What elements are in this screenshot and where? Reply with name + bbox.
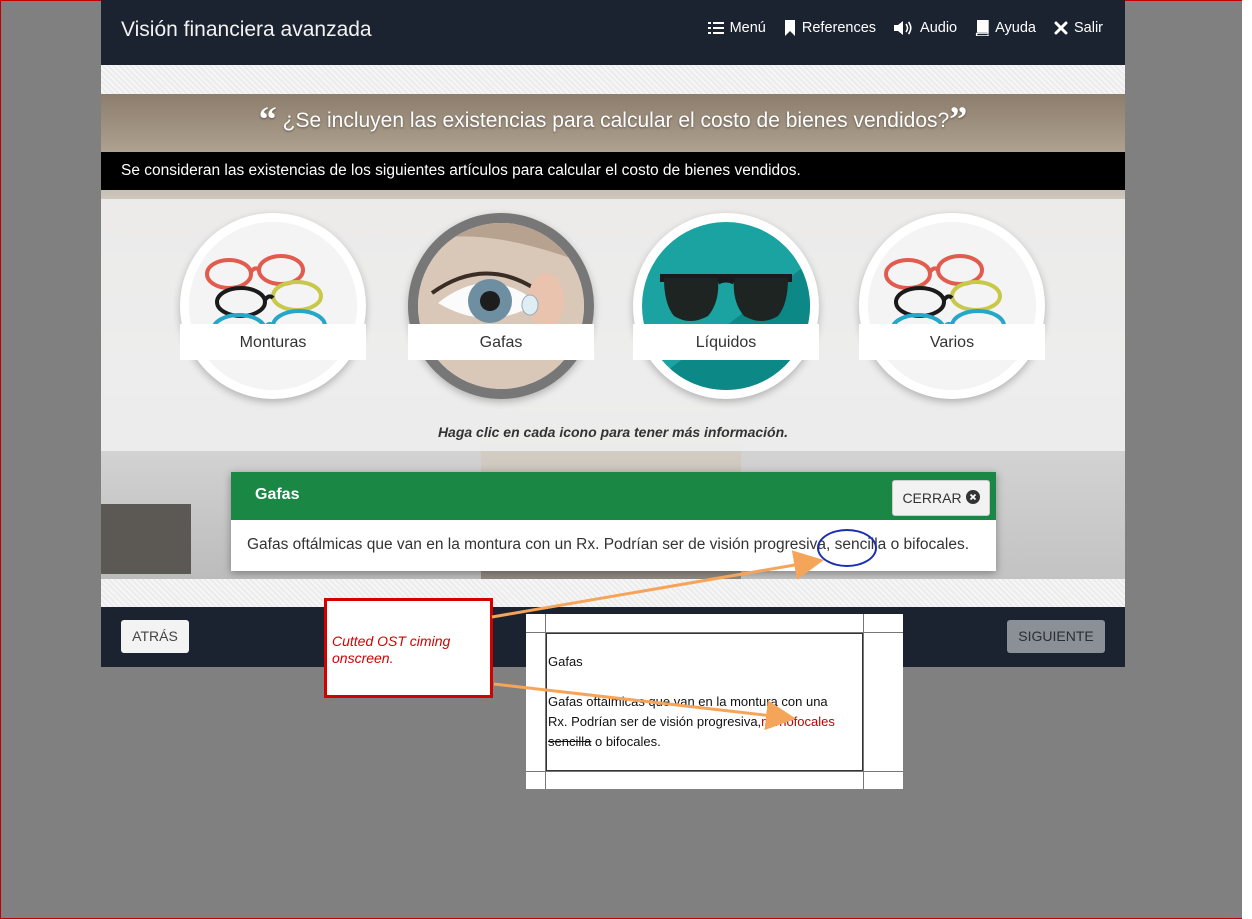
close-button[interactable]: CERRAR xyxy=(892,480,990,516)
click-hint: Haga clic en cada icono para tener más i… xyxy=(437,424,789,440)
close-icon xyxy=(1054,21,1068,35)
book-icon xyxy=(975,20,989,36)
doc-line-3: o bifocales. xyxy=(591,734,661,749)
icon-label: Varios xyxy=(859,324,1045,360)
eyeglass-frames-icon xyxy=(189,222,357,390)
references-button[interactable]: References xyxy=(784,20,876,36)
icon-label: Gafas xyxy=(408,324,594,360)
back-button[interactable]: ATRÁS xyxy=(121,620,189,653)
top-bar: Visión financiera avanzada Menú Referenc… xyxy=(101,0,1125,65)
popup-body-end: o bifocales. xyxy=(890,536,970,553)
question-heading: “ ¿Se incluyen las existencias para calc… xyxy=(101,94,1125,152)
subtitle-bar: Se consideran las existencias de los sig… xyxy=(101,152,1125,190)
close-circle-icon xyxy=(965,489,980,507)
doc-inserted-text: monofocales xyxy=(761,714,835,729)
help-button[interactable]: Ayuda xyxy=(975,20,1036,36)
review-note-text: Cutted OST ciming onscreen. xyxy=(332,633,451,666)
menu-label: Menú xyxy=(729,20,766,36)
info-popup: Gafas CERRAR Gafas oftálmicas que van en… xyxy=(231,472,996,571)
sunglasses-icon xyxy=(642,222,810,390)
document-text: Gafas Gafas oftálmicas que van en la mon… xyxy=(548,652,835,752)
review-note: Cutted OST ciming onscreen. xyxy=(324,598,493,698)
icon-gafas[interactable]: Gafas xyxy=(408,213,594,399)
open-quote: “ xyxy=(258,99,277,139)
subtitle-text: Se consideran las existencias de los sig… xyxy=(121,162,801,179)
top-nav: Menú References Audio Ayuda Salir xyxy=(707,20,1103,36)
eyeglass-frames-icon xyxy=(868,222,1036,390)
audio-label: Audio xyxy=(920,20,958,36)
icon-label: Monturas xyxy=(180,324,366,360)
speaker-icon xyxy=(894,20,914,36)
doc-line-2: Rx. Podrían ser de visión progresiva, xyxy=(548,714,762,729)
icon-liquidos[interactable]: Líquidos xyxy=(633,213,819,399)
question-text: ¿Se incluyen las existencias para calcul… xyxy=(282,109,950,132)
exit-label: Salir xyxy=(1073,20,1103,36)
script-document: Gafas Gafas oftálmicas que van en la mon… xyxy=(526,614,903,789)
pattern-band xyxy=(101,65,1125,94)
pattern-band-bottom xyxy=(101,579,1125,607)
references-label: References xyxy=(801,20,877,36)
course-player: Visión financiera avanzada Menú Referenc… xyxy=(101,0,1125,667)
doc-struck-text: sencilla xyxy=(548,734,592,749)
icons-panel: Monturas Gafas Líquidos Varios Haga clic… xyxy=(101,199,1125,451)
window-edge xyxy=(1242,0,1252,919)
popup-title: Gafas xyxy=(255,486,300,503)
course-title: Visión financiera avanzada xyxy=(121,18,372,41)
icon-monturas[interactable]: Monturas xyxy=(180,213,366,399)
audio-button[interactable]: Audio xyxy=(894,20,957,36)
icon-varios[interactable]: Varios xyxy=(859,213,1045,399)
exit-button[interactable]: Salir xyxy=(1054,20,1103,36)
menu-button[interactable]: Menú xyxy=(707,20,766,36)
help-label: Ayuda xyxy=(995,20,1036,36)
icon-label: Líquidos xyxy=(633,324,819,360)
popup-body-start: Gafas oftálmicas que van en la montura c… xyxy=(247,536,831,553)
contact-lens-eye-icon xyxy=(418,223,584,389)
doc-title: Gafas xyxy=(548,654,583,669)
doc-line-1: Gafas oftálmicas que van en la montura c… xyxy=(548,694,828,709)
review-highlight-circle xyxy=(817,529,877,567)
next-button[interactable]: SIGUIENTE xyxy=(1007,620,1105,653)
close-label: CERRAR xyxy=(902,490,962,506)
bookmark-icon xyxy=(784,20,796,36)
list-icon xyxy=(707,21,724,35)
popup-header: Gafas CERRAR xyxy=(231,472,996,520)
close-quote: ” xyxy=(949,99,968,139)
